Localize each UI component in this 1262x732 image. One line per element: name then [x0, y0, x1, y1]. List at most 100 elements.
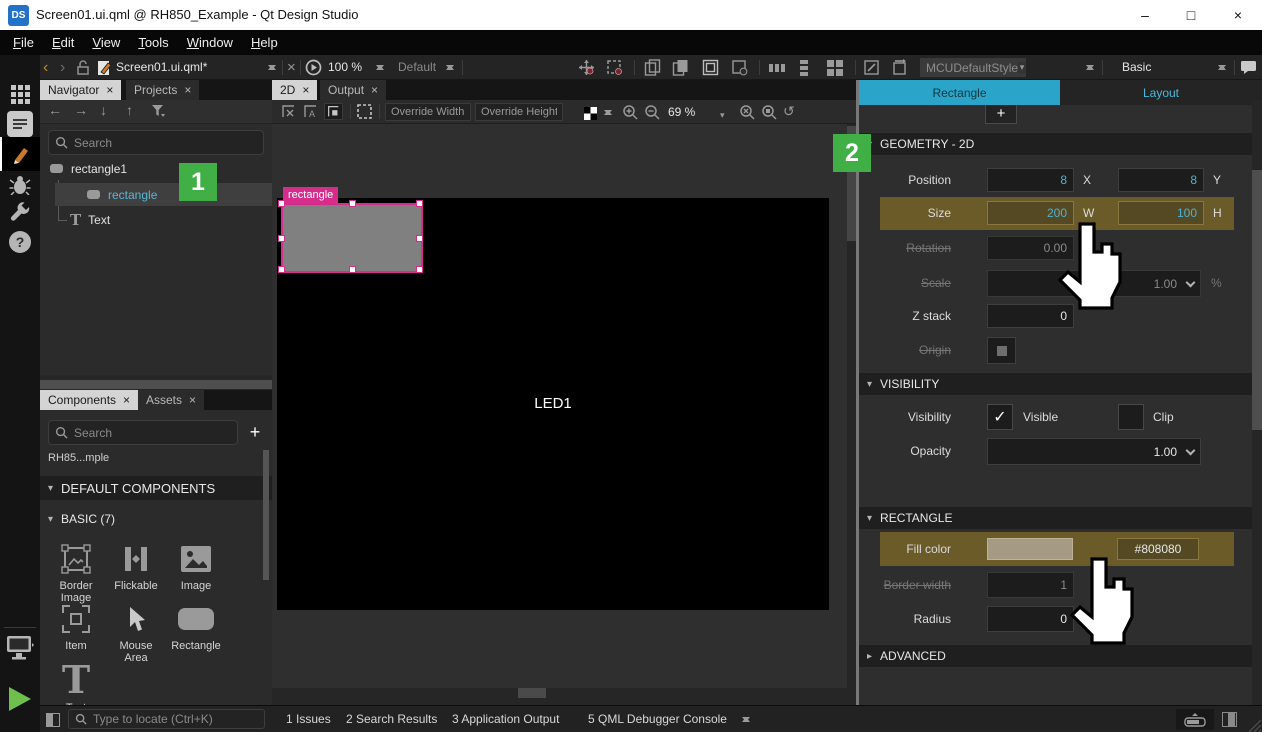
state-spinner-icon[interactable] — [446, 61, 455, 74]
canvas-vscrollbar[interactable] — [847, 124, 856, 688]
build-progress-button[interactable] — [1176, 709, 1214, 730]
move-up-icon[interactable]: ↑ — [126, 102, 133, 118]
grid-layout-icon[interactable] — [827, 59, 843, 76]
pane-issues[interactable]: 1 Issues — [280, 706, 337, 732]
right-sidebar-toggle-icon[interactable] — [1222, 712, 1237, 727]
scrollbar-thumb[interactable] — [1252, 170, 1262, 430]
zoom-selection-icon[interactable] — [739, 103, 755, 120]
override-height-input[interactable] — [475, 103, 563, 121]
components-search-input[interactable] — [74, 426, 231, 440]
zoom-dropdown-icon[interactable]: ▾ — [720, 107, 725, 124]
tab-assets[interactable]: Assets× — [138, 390, 204, 410]
apps-grid-icon[interactable] — [0, 85, 40, 104]
export-a-icon[interactable]: A — [302, 103, 319, 120]
resize-handle[interactable] — [278, 235, 285, 242]
opacity-dropdown[interactable]: 1.00 — [987, 438, 1201, 465]
square-badge-icon[interactable] — [731, 59, 748, 76]
component-rectangle[interactable]: Rectangle — [168, 600, 224, 652]
move-left-icon[interactable]: ← — [48, 102, 62, 118]
selection-label[interactable]: rectangle — [283, 187, 338, 204]
scrollbar-thumb[interactable] — [518, 688, 546, 698]
tab-components[interactable]: Components× — [40, 390, 138, 410]
add-state-button[interactable]: + — [985, 103, 1017, 124]
pane-application-output[interactable]: 3 Application Output — [446, 706, 565, 732]
dashed-selection-icon[interactable] — [356, 103, 373, 120]
visible-checkbox[interactable]: ✓ — [987, 404, 1013, 430]
overlapping-squares-filled-icon[interactable] — [672, 59, 689, 76]
fill-color-swatch[interactable] — [987, 538, 1073, 560]
radius-field[interactable]: 0 — [987, 606, 1074, 632]
anchors-icon[interactable] — [578, 59, 595, 76]
debug-bug-icon[interactable] — [0, 175, 40, 195]
pane-qml-debugger-console[interactable]: 5 QML Debugger Console — [582, 706, 733, 732]
locator-input[interactable] — [93, 712, 258, 726]
component-text[interactable]: T Text — [48, 660, 104, 705]
run-zoom-icon[interactable] — [305, 59, 322, 76]
export-x-icon[interactable] — [280, 103, 297, 120]
toolbar-zoom-level[interactable]: 100 % — [328, 55, 362, 80]
scrollbar-thumb[interactable] — [263, 450, 269, 580]
forward-icon[interactable]: › — [60, 59, 65, 76]
section-advanced[interactable]: ▸ ADVANCED — [859, 645, 1262, 667]
section-rectangle[interactable]: ▾ RECTANGLE — [859, 507, 1262, 529]
section-geometry-2d[interactable]: ▾ GEOMETRY - 2D — [859, 133, 1262, 155]
resize-handle[interactable] — [349, 200, 356, 207]
tab-projects[interactable]: Projects× — [126, 80, 199, 100]
current-document-name[interactable]: Screen01.ui.qml* — [116, 55, 207, 80]
help-icon[interactable]: ? — [0, 231, 40, 253]
menu-help[interactable]: Help — [242, 32, 287, 53]
navigator-search[interactable] — [48, 130, 264, 155]
column-layout-icon[interactable] — [798, 59, 810, 76]
resize-handle[interactable] — [278, 266, 285, 273]
border-width-field[interactable]: 1 — [987, 572, 1074, 598]
filter-icon[interactable] — [152, 104, 165, 120]
module-chip[interactable]: RH85...mple — [48, 452, 109, 464]
tab-rectangle-props[interactable]: Rectangle — [859, 80, 1060, 105]
close-tab-icon[interactable]: × — [189, 393, 196, 407]
resize-handle[interactable] — [416, 200, 423, 207]
tree-item-rectangle1[interactable]: rectangle1 — [40, 157, 272, 180]
lock-icon[interactable] — [76, 59, 90, 76]
pane-search-results[interactable]: 2 Search Results — [340, 706, 443, 732]
position-y-field[interactable]: 8 — [1118, 168, 1204, 192]
row-layout-icon[interactable] — [769, 59, 785, 76]
zoom-spinner-icon[interactable] — [376, 61, 385, 74]
canvas-color-checker-icon[interactable] — [584, 105, 597, 122]
zoom-out-icon[interactable] — [644, 103, 660, 120]
component-image[interactable]: Image — [168, 540, 224, 592]
close-tab-icon[interactable]: × — [123, 393, 130, 407]
tree-item-text[interactable]: T Text — [40, 208, 272, 231]
tree-item-rectangle-selected[interactable]: rectangle — [55, 183, 272, 206]
tab-navigator[interactable]: Navigator× — [40, 80, 121, 100]
size-height-field[interactable]: 100 — [1118, 201, 1204, 225]
properties-scrollbar[interactable] — [1252, 100, 1262, 705]
welcome-mode-icon[interactable] — [0, 111, 40, 137]
move-right-icon[interactable]: → — [74, 102, 88, 118]
reset-view-icon[interactable]: ↺ — [783, 103, 795, 120]
canvas-hscrollbar[interactable] — [272, 688, 856, 698]
section-visibility[interactable]: ▾ VISIBILITY — [859, 373, 1262, 395]
close-button[interactable]: × — [1215, 0, 1261, 30]
move-down-icon[interactable]: ↓ — [100, 102, 107, 118]
menu-file[interactable]: File — [4, 32, 43, 53]
resize-handle[interactable] — [416, 235, 423, 242]
close-tab-icon[interactable]: × — [371, 83, 378, 97]
canvas-text-led1[interactable]: LED1 — [277, 395, 829, 412]
panes-spinner-icon[interactable] — [742, 713, 751, 726]
position-x-field[interactable]: 8 — [987, 168, 1074, 192]
panel-splitter[interactable] — [40, 375, 272, 390]
selected-rectangle[interactable] — [281, 203, 423, 273]
kit-monitor-icon[interactable] — [0, 635, 40, 661]
tab-2d[interactable]: 2D× — [272, 80, 317, 100]
section-basic[interactable]: ▾ BASIC (7) — [40, 508, 272, 530]
design-mode-icon[interactable] — [0, 137, 40, 171]
kit-selector[interactable]: Basic — [1122, 55, 1151, 80]
resize-handle[interactable] — [349, 266, 356, 273]
maximize-button[interactable]: □ — [1168, 0, 1214, 30]
menu-tools[interactable]: Tools — [129, 32, 177, 53]
rotate-square-icon[interactable] — [891, 59, 908, 76]
back-icon[interactable]: ‹ — [43, 59, 48, 76]
tab-layout-props[interactable]: Layout — [1060, 80, 1262, 105]
close-tab-icon[interactable]: × — [184, 83, 191, 97]
export-filled-icon[interactable] — [324, 103, 343, 120]
